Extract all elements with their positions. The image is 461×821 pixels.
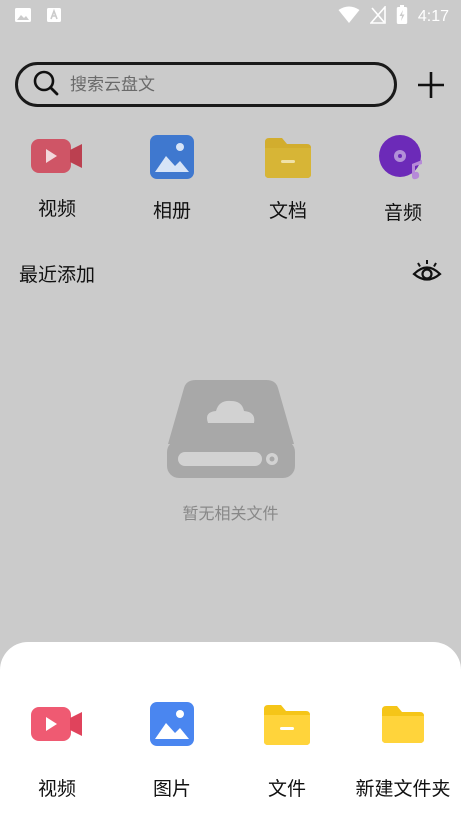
new-folder-icon — [380, 703, 426, 749]
category-label: 相册 — [152, 200, 191, 222]
video-icon — [30, 702, 84, 750]
audio-disc-icon — [378, 134, 428, 186]
upload-image-option[interactable]: 图片 — [117, 702, 227, 801]
upload-file-option[interactable]: 文件 — [232, 702, 342, 801]
upload-option-label: 新建文件夹 — [355, 778, 451, 800]
upload-option-label: 文件 — [267, 778, 306, 800]
no-signal-icon — [369, 4, 386, 28]
recent-section-title: 最近添加 — [19, 264, 96, 286]
category-documents[interactable]: 文档 — [248, 134, 328, 223]
eye-icon — [412, 260, 442, 281]
upload-option-label: 视频 — [37, 778, 76, 800]
new-folder-option[interactable]: 新建文件夹 — [348, 702, 458, 801]
upload-option-label: 图片 — [152, 778, 191, 800]
battery-charging-icon — [396, 5, 408, 29]
add-button[interactable] — [414, 68, 448, 102]
image-icon — [14, 7, 32, 27]
category-video[interactable]: 视频 — [17, 134, 97, 221]
cloud-drive-icon — [166, 378, 296, 484]
album-icon — [149, 134, 195, 184]
category-album[interactable]: 相册 — [132, 134, 212, 223]
status-bar: 4:17 — [0, 0, 461, 32]
visibility-toggle-button[interactable] — [411, 258, 443, 286]
search-bar[interactable] — [15, 62, 397, 107]
search-input[interactable] — [70, 74, 350, 95]
empty-state: 暂无相关文件 — [0, 378, 461, 524]
plus-icon — [418, 72, 444, 98]
category-shortcuts: 视频 相册 文档 音频 — [0, 134, 461, 224]
category-label: 视频 — [37, 198, 76, 220]
category-label: 文档 — [268, 200, 307, 222]
search-icon — [32, 69, 60, 101]
upload-video-option[interactable]: 视频 — [2, 702, 112, 801]
empty-state-text: 暂无相关文件 — [182, 504, 279, 523]
category-audio[interactable]: 音频 — [363, 134, 443, 225]
file-folder-icon — [262, 701, 312, 751]
upload-bottom-sheet: 视频 图片 文件 新建文件夹 — [0, 642, 461, 821]
document-folder-icon — [263, 134, 313, 184]
category-label: 音频 — [383, 202, 422, 224]
wifi-icon — [338, 6, 360, 28]
video-icon — [30, 134, 84, 182]
status-time: 4:17 — [417, 8, 449, 25]
a-box-icon — [46, 7, 62, 27]
image-icon — [149, 701, 195, 751]
